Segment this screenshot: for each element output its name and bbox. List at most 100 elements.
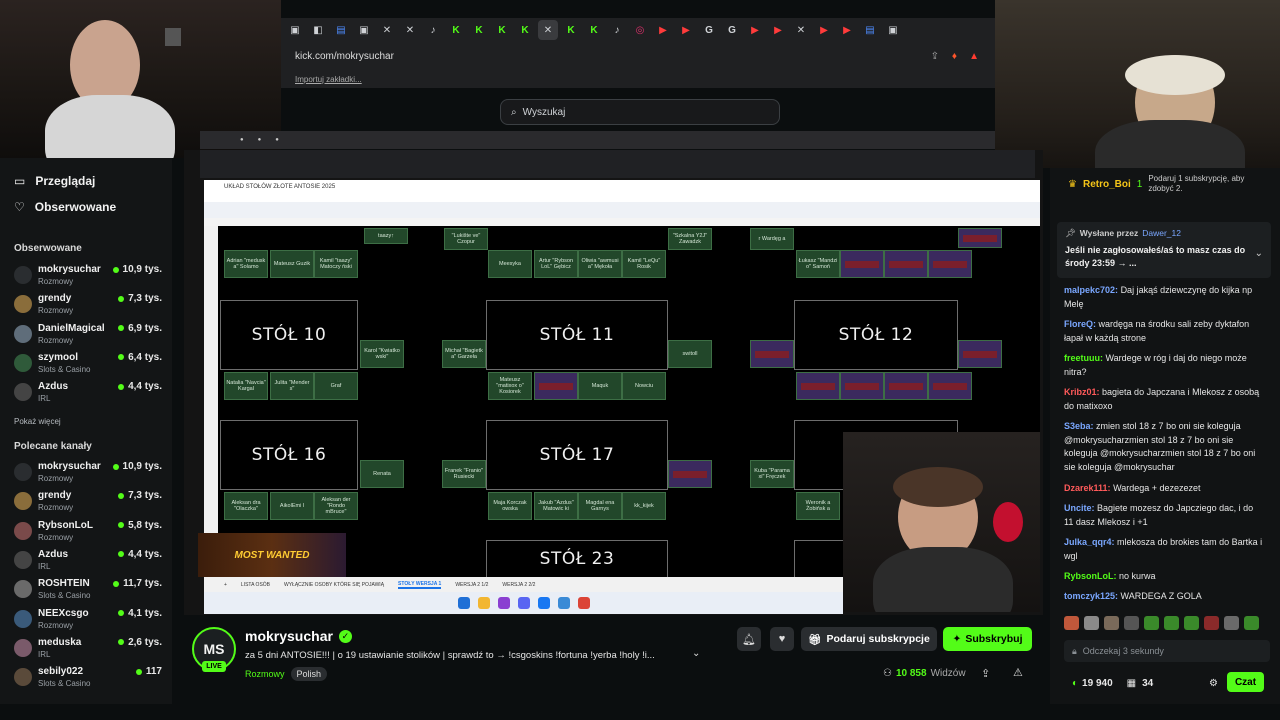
tab-icon[interactable]: ▣ (883, 20, 903, 40)
emote-icon[interactable] (1244, 616, 1259, 630)
kick-icon[interactable]: K (492, 20, 512, 40)
share-icon[interactable]: ⇪ (981, 667, 990, 680)
emote-icon[interactable] (1164, 616, 1179, 630)
nav-browse[interactable]: ▭ Przeglądaj (14, 174, 95, 188)
youtube-icon[interactable]: ▶ (814, 20, 834, 40)
sidebar-channel-grendy[interactable]: grendy Rozmowy 7,3 tys. (14, 291, 162, 319)
sheet-tab[interactable]: WERSJA 2 1/2 (455, 582, 488, 588)
sidebar-channel-neexcsgo[interactable]: NEEXcsgo Rozmowy 4,1 tys. (14, 606, 162, 634)
sidebar-channel-mokrysuchar[interactable]: mokrysuchar Rozmowy 10,9 tys. (14, 262, 162, 290)
chat-username[interactable]: Dzarek111: (1064, 483, 1111, 493)
sheet-tab[interactable]: WERSJA 2 2/2 (502, 582, 535, 588)
follow-button[interactable]: ♥ (770, 627, 794, 651)
chevron-down-icon[interactable]: ⌄ (692, 648, 700, 659)
leaderboard-user[interactable]: Retro_Boi (1083, 179, 1131, 190)
sheet-add-icon[interactable]: + (224, 582, 227, 588)
notification-bell-button[interactable]: 🔔︎ (737, 627, 761, 651)
google-icon[interactable]: G (699, 20, 719, 40)
chat-username[interactable]: Julka_qqr4: (1064, 537, 1115, 547)
sidebar-channel-azdus[interactable]: Azdus IRL 4,4 tys. (14, 547, 162, 575)
seat: Mateusz "matixox o" Kosiorek (488, 372, 532, 400)
viewer-count-value: 4,4 tys. (128, 548, 162, 560)
emote-icon[interactable] (1224, 616, 1239, 630)
gift-box-icon: ▦ (1126, 677, 1137, 689)
kick-icon[interactable]: K (446, 20, 466, 40)
sidebar-channel-sebily022[interactable]: sebily022 Slots & Casino 117 (14, 664, 162, 692)
tab-icon[interactable]: ▤ (860, 20, 880, 40)
pinned-message[interactable]: 📌︎ Wysłane przez Dawer_12 Jeśli nie zagł… (1057, 222, 1271, 278)
viewers-value: 10 858 (895, 668, 927, 679)
emote-icon[interactable] (1084, 616, 1099, 630)
rewards-icon[interactable]: ▲ (969, 51, 979, 62)
sidebar-channel-rybsonlol[interactable]: RybsonLoL Rozmowy 5,8 tys. (14, 518, 162, 546)
x-icon[interactable]: ✕ (377, 20, 397, 40)
brave-icon[interactable]: ♦ (952, 51, 957, 62)
chat-username[interactable]: Kribz01: (1064, 387, 1100, 397)
tiktok-icon[interactable]: ♪ (607, 20, 627, 40)
instagram-icon[interactable]: ◎ (630, 20, 650, 40)
sidebar-channel-azdus[interactable]: Azdus IRL 4,4 tys. (14, 379, 162, 407)
emote-icon[interactable] (1204, 616, 1219, 630)
channel-name: meduska (38, 636, 82, 648)
tab-icon[interactable]: ◧ (308, 20, 328, 40)
url-text[interactable]: kick.com/mokrysuchar (295, 51, 394, 62)
tab-icon[interactable]: ▤ (331, 20, 351, 40)
kick-icon[interactable]: K (561, 20, 581, 40)
youtube-icon[interactable]: ▶ (676, 20, 696, 40)
x-icon[interactable]: ✕ (791, 20, 811, 40)
close-tab-icon[interactable]: ✕ (538, 20, 558, 40)
chat-username[interactable]: freetuuu: (1064, 353, 1103, 363)
tab-icon[interactable]: ▣ (285, 20, 305, 40)
share-icon[interactable]: ⇪ (931, 51, 939, 62)
sheet-tab[interactable]: WYŁĄCZNIE OSOBY KTÓRE SIĘ POJAWIĄ (284, 582, 384, 588)
youtube-icon[interactable]: ▶ (653, 20, 673, 40)
sidebar-channel-grendy[interactable]: grendy Rozmowy 7,3 tys. (14, 488, 162, 516)
youtube-icon[interactable]: ▶ (837, 20, 857, 40)
address-bar[interactable]: kick.com/mokrysuchar ⇪ ♦ ▲ (281, 42, 995, 70)
x-icon[interactable]: ✕ (400, 20, 420, 40)
sidebar-channel-roshtein[interactable]: ROSHTEIN Slots & Casino 11,7 tys. (14, 576, 162, 604)
language-tag[interactable]: Polish (290, 667, 328, 681)
gear-icon[interactable]: ⚙ (1209, 678, 1218, 689)
sheet-tab[interactable]: LISTA OSÓB (241, 582, 270, 588)
sidebar-channel-szymool[interactable]: szymool Slots & Casino 6,4 tys. (14, 350, 162, 378)
emote-icon[interactable] (1124, 616, 1139, 630)
channel-viewers: 5,8 tys. (118, 520, 162, 531)
chat-username[interactable]: Uncite: (1064, 503, 1095, 513)
chat-username[interactable]: malpekc702: (1064, 285, 1118, 295)
sidebar-channel-meduska[interactable]: meduska IRL 2,6 tys. (14, 635, 162, 663)
chevron-down-icon[interactable]: ⌄ (1255, 248, 1263, 259)
search-input[interactable]: ⌕ Wyszukaj (500, 99, 780, 125)
import-bookmarks-link[interactable]: Importuj zakładki... (295, 75, 362, 84)
kick-icon[interactable]: K (515, 20, 535, 40)
gift-subs-button[interactable]: 🎁︎ Podaruj subskrypcje (801, 627, 937, 651)
nav-following[interactable]: ♡ Obserwowane (14, 200, 116, 214)
subscribe-button[interactable]: ✦ Subskrybuj (943, 627, 1032, 651)
chat-input[interactable]: 🔒︎ Odczekaj 3 sekundy (1064, 640, 1270, 662)
youtube-icon[interactable]: ▶ (768, 20, 788, 40)
chat-send-button[interactable]: Czat (1227, 672, 1264, 692)
kick-icon[interactable]: K (584, 20, 604, 40)
emote-icon[interactable] (1064, 616, 1079, 630)
streamer-name[interactable]: mokrysuchar (245, 628, 333, 644)
sidebar-channel-danielmagical[interactable]: DanielMagical Rozmowy 6,9 tys. (14, 321, 162, 349)
pinned-by-user[interactable]: Dawer_12 (1142, 228, 1181, 239)
google-icon[interactable]: G (722, 20, 742, 40)
emote-icon[interactable] (1184, 616, 1199, 630)
kick-icon[interactable]: K (469, 20, 489, 40)
report-icon[interactable]: ⚠ (1013, 666, 1023, 679)
tab-icon[interactable]: ▣ (354, 20, 374, 40)
chat-username[interactable]: RybsonLoL: (1064, 571, 1117, 581)
promo-banner[interactable]: MOST WANTED (198, 533, 346, 577)
category-link[interactable]: Rozmowy (245, 669, 285, 679)
youtube-icon[interactable]: ▶ (745, 20, 765, 40)
sidebar-channel-mokrysuchar[interactable]: mokrysuchar Rozmowy 10,9 tys. (14, 459, 162, 487)
emote-icon[interactable] (1104, 616, 1119, 630)
show-more-link[interactable]: Pokaż więcej (14, 417, 61, 426)
sheet-tab-active[interactable]: STOŁY WERSJA 1 (398, 581, 442, 589)
chat-username[interactable]: S3eba: (1064, 421, 1094, 431)
chat-username[interactable]: FloreQ: (1064, 319, 1096, 329)
chat-username[interactable]: tomczyk125: (1064, 591, 1118, 601)
emote-icon[interactable] (1144, 616, 1159, 630)
tiktok-icon[interactable]: ♪ (423, 20, 443, 40)
